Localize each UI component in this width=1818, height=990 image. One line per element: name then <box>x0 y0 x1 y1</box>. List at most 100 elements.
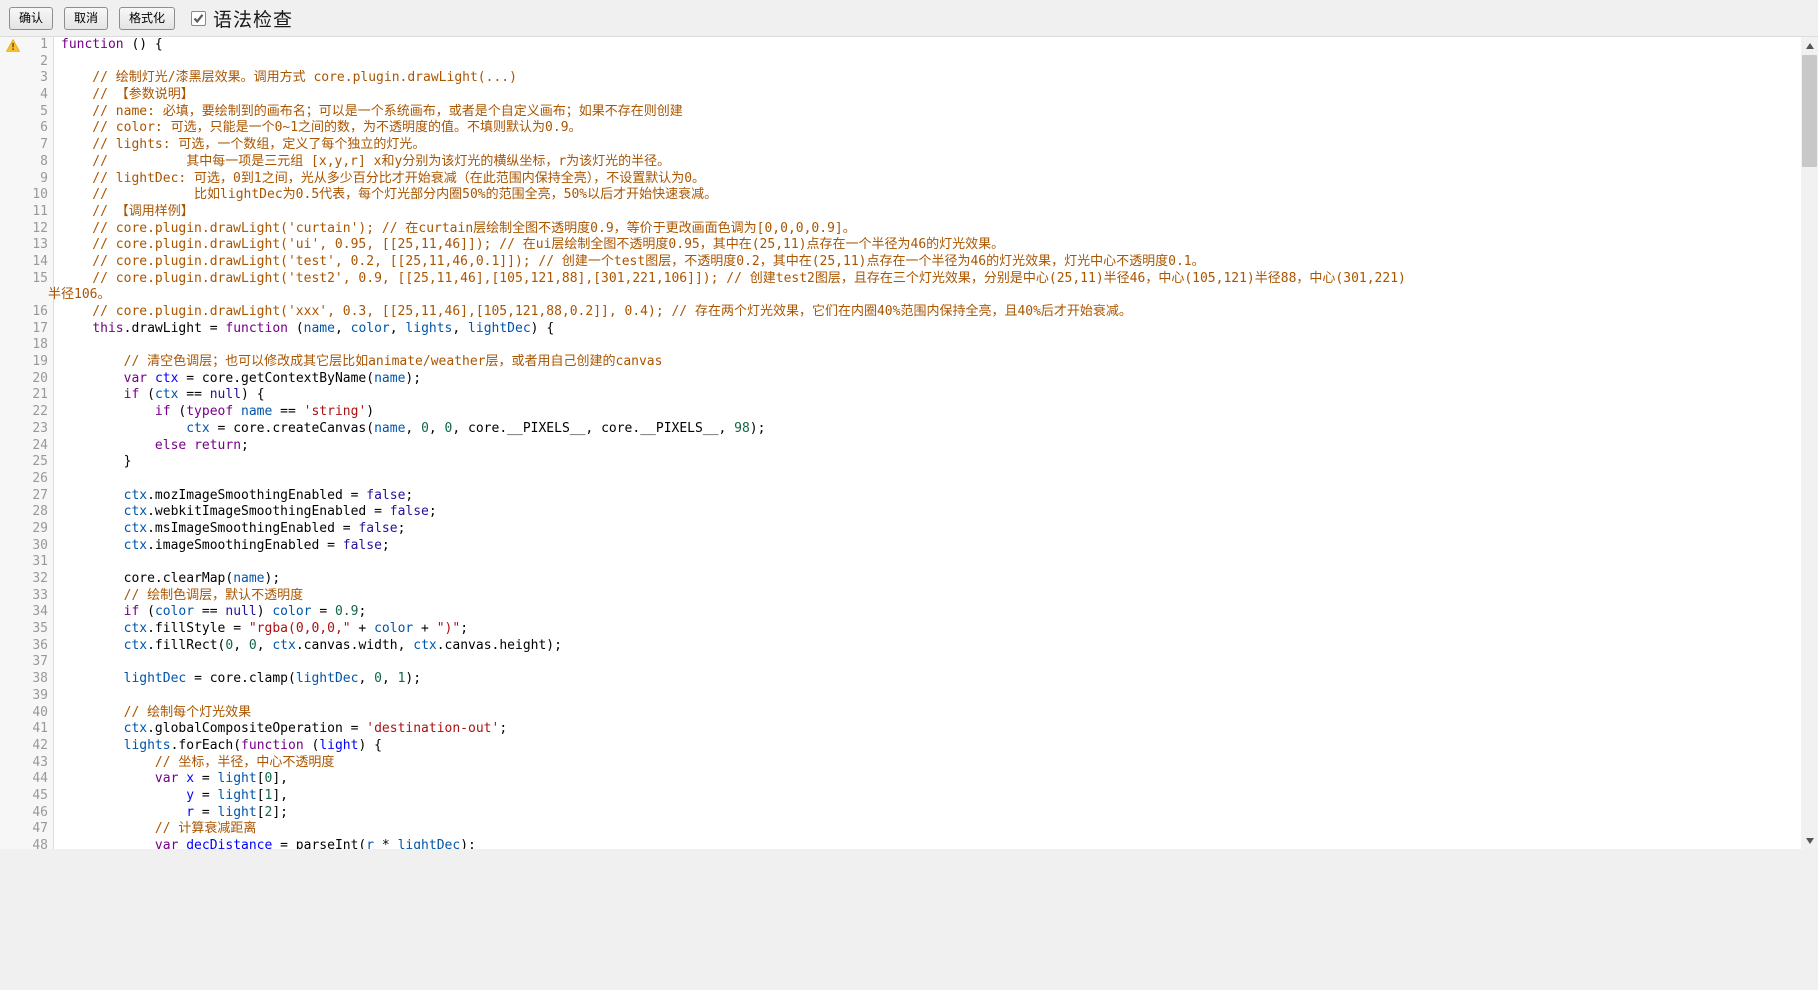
code-line[interactable]: 19 // 清空色调层；也可以修改成其它层比如animate/weather层，… <box>0 354 1801 371</box>
code-line[interactable]: 30 ctx.imageSmoothingEnabled = false; <box>0 538 1801 555</box>
code-line[interactable]: 3 // 绘制灯光/漆黑层效果。调用方式 core.plugin.drawLig… <box>0 70 1801 87</box>
line-number: 41 <box>26 721 54 738</box>
gutter-marker <box>0 137 26 154</box>
gutter-marker <box>0 104 26 121</box>
code-line[interactable]: 8 // 其中每一项是三元组 [x,y,r] x和y分别为该灯光的横纵坐标，r为… <box>0 154 1801 171</box>
code-line[interactable]: 17 this.drawLight = function (name, colo… <box>0 321 1801 338</box>
code-text: // 计算衰减距离 <box>54 821 256 838</box>
code-line[interactable]: 20 var ctx = core.getContextByName(name)… <box>0 371 1801 388</box>
code-line[interactable]: 18 <box>0 337 1801 354</box>
code-text: // 绘制每个灯光效果 <box>54 705 251 722</box>
code-editor[interactable]: 1function () {23 // 绘制灯光/漆黑层效果。调用方式 core… <box>0 36 1818 849</box>
code-line[interactable]: 46 r = light[2]; <box>0 805 1801 822</box>
code-line[interactable]: 37 <box>0 654 1801 671</box>
code-line[interactable]: 半径106。 <box>0 287 1801 304</box>
gutter-marker <box>0 70 26 87</box>
code-lines[interactable]: 1function () {23 // 绘制灯光/漆黑层效果。调用方式 core… <box>0 37 1801 849</box>
code-text: } <box>54 454 131 471</box>
code-line[interactable]: 27 ctx.mozImageSmoothingEnabled = false; <box>0 488 1801 505</box>
gutter-marker <box>0 538 26 555</box>
syntax-check-checkbox[interactable] <box>191 11 206 26</box>
gutter-marker <box>0 671 26 688</box>
code-line[interactable]: 22 if (typeof name == 'string') <box>0 404 1801 421</box>
gutter-marker <box>0 771 26 788</box>
code-line[interactable]: 31 <box>0 554 1801 571</box>
gutter-marker <box>0 471 26 488</box>
code-line[interactable]: 38 lightDec = core.clamp(lightDec, 0, 1)… <box>0 671 1801 688</box>
code-line[interactable]: 9 // lightDec: 可选，0到1之间，光从多少百分比才开始衰减（在此范… <box>0 171 1801 188</box>
code-line[interactable]: 13 // core.plugin.drawLight('ui', 0.95, … <box>0 237 1801 254</box>
code-line[interactable]: 11 // 【调用样例】 <box>0 204 1801 221</box>
gutter-marker <box>0 254 26 271</box>
scroll-down-button[interactable] <box>1801 832 1818 849</box>
code-text: ctx.mozImageSmoothingEnabled = false; <box>54 488 413 505</box>
code-line[interactable]: 44 var x = light[0], <box>0 771 1801 788</box>
syntax-check-group: 语法检查 <box>191 5 293 32</box>
code-line[interactable]: 5 // name: 必填，要绘制到的画布名；可以是一个系统画布，或者是个自定义… <box>0 104 1801 121</box>
gutter-marker <box>0 120 26 137</box>
line-number: 2 <box>26 54 54 71</box>
code-line[interactable]: 16 // core.plugin.drawLight('xxx', 0.3, … <box>0 304 1801 321</box>
code-line[interactable]: 25 } <box>0 454 1801 471</box>
gutter-marker <box>0 454 26 471</box>
gutter-marker <box>0 154 26 171</box>
code-line[interactable]: 42 lights.forEach(function (light) { <box>0 738 1801 755</box>
line-number: 43 <box>26 755 54 772</box>
code-line[interactable]: 24 else return; <box>0 438 1801 455</box>
code-line[interactable]: 10 // 比如lightDec为0.5代表，每个灯光部分内圈50%的范围全亮，… <box>0 187 1801 204</box>
code-line[interactable]: 43 // 坐标，半径，中心不透明度 <box>0 755 1801 772</box>
code-line[interactable]: 36 ctx.fillRect(0, 0, ctx.canvas.width, … <box>0 638 1801 655</box>
code-line[interactable]: 2 <box>0 54 1801 71</box>
code-text: // core.plugin.drawLight('ui', 0.95, [[2… <box>54 237 1004 254</box>
format-button[interactable]: 格式化 <box>119 7 175 30</box>
code-line[interactable]: 28 ctx.webkitImageSmoothingEnabled = fal… <box>0 504 1801 521</box>
line-number: 15 <box>26 271 54 288</box>
code-line[interactable]: 6 // color: 可选，只能是一个0~1之间的数，为不透明度的值。不填则默… <box>0 120 1801 137</box>
code-line[interactable]: 41 ctx.globalCompositeOperation = 'desti… <box>0 721 1801 738</box>
code-line[interactable]: 12 // core.plugin.drawLight('curtain'); … <box>0 221 1801 238</box>
vertical-scrollbar[interactable] <box>1801 37 1818 849</box>
code-line[interactable]: 26 <box>0 471 1801 488</box>
checkmark-icon <box>193 13 204 24</box>
confirm-button[interactable]: 确认 <box>9 7 53 30</box>
gutter-marker <box>0 588 26 605</box>
code-line[interactable]: 33 // 绘制色调层，默认不透明度 <box>0 588 1801 605</box>
code-text: // 【调用样例】 <box>54 204 194 221</box>
gutter-marker <box>0 705 26 722</box>
code-line[interactable]: 45 y = light[1], <box>0 788 1801 805</box>
code-line[interactable]: 40 // 绘制每个灯光效果 <box>0 705 1801 722</box>
code-line[interactable]: 47 // 计算衰减距离 <box>0 821 1801 838</box>
code-line[interactable]: 34 if (color == null) color = 0.9; <box>0 604 1801 621</box>
scrollbar-thumb[interactable] <box>1802 55 1817 167</box>
code-line[interactable]: 21 if (ctx == null) { <box>0 387 1801 404</box>
gutter-marker <box>0 788 26 805</box>
line-number: 30 <box>26 538 54 555</box>
code-line[interactable]: 14 // core.plugin.drawLight('test', 0.2,… <box>0 254 1801 271</box>
gutter-marker <box>0 488 26 505</box>
code-line[interactable]: 1function () { <box>0 37 1801 54</box>
gutter-marker <box>0 438 26 455</box>
code-line[interactable]: 32 core.clearMap(name); <box>0 571 1801 588</box>
code-line[interactable]: 35 ctx.fillStyle = "rgba(0,0,0," + color… <box>0 621 1801 638</box>
code-text <box>54 688 61 705</box>
code-line[interactable]: 23 ctx = core.createCanvas(name, 0, 0, c… <box>0 421 1801 438</box>
code-line[interactable]: 7 // lights: 可选，一个数组，定义了每个独立的灯光。 <box>0 137 1801 154</box>
code-line[interactable]: 29 ctx.msImageSmoothingEnabled = false; <box>0 521 1801 538</box>
line-number: 20 <box>26 371 54 388</box>
gutter-marker <box>0 654 26 671</box>
gutter-marker <box>0 287 26 304</box>
code-line[interactable]: 15 // core.plugin.drawLight('test2', 0.9… <box>0 271 1801 288</box>
gutter-marker[interactable] <box>0 37 26 54</box>
code-line[interactable]: 48 var decDistance = parseInt(r * lightD… <box>0 838 1801 849</box>
cancel-button[interactable]: 取消 <box>64 7 108 30</box>
line-number: 29 <box>26 521 54 538</box>
code-text: 半径106。 <box>48 287 110 304</box>
warning-icon <box>6 39 20 52</box>
code-text: else return; <box>54 438 249 455</box>
code-line[interactable]: 39 <box>0 688 1801 705</box>
code-text: if (typeof name == 'string') <box>54 404 374 421</box>
code-line[interactable]: 4 // 【参数说明】 <box>0 87 1801 104</box>
code-text: r = light[2]; <box>54 805 288 822</box>
scroll-up-button[interactable] <box>1801 37 1818 54</box>
line-number: 7 <box>26 137 54 154</box>
